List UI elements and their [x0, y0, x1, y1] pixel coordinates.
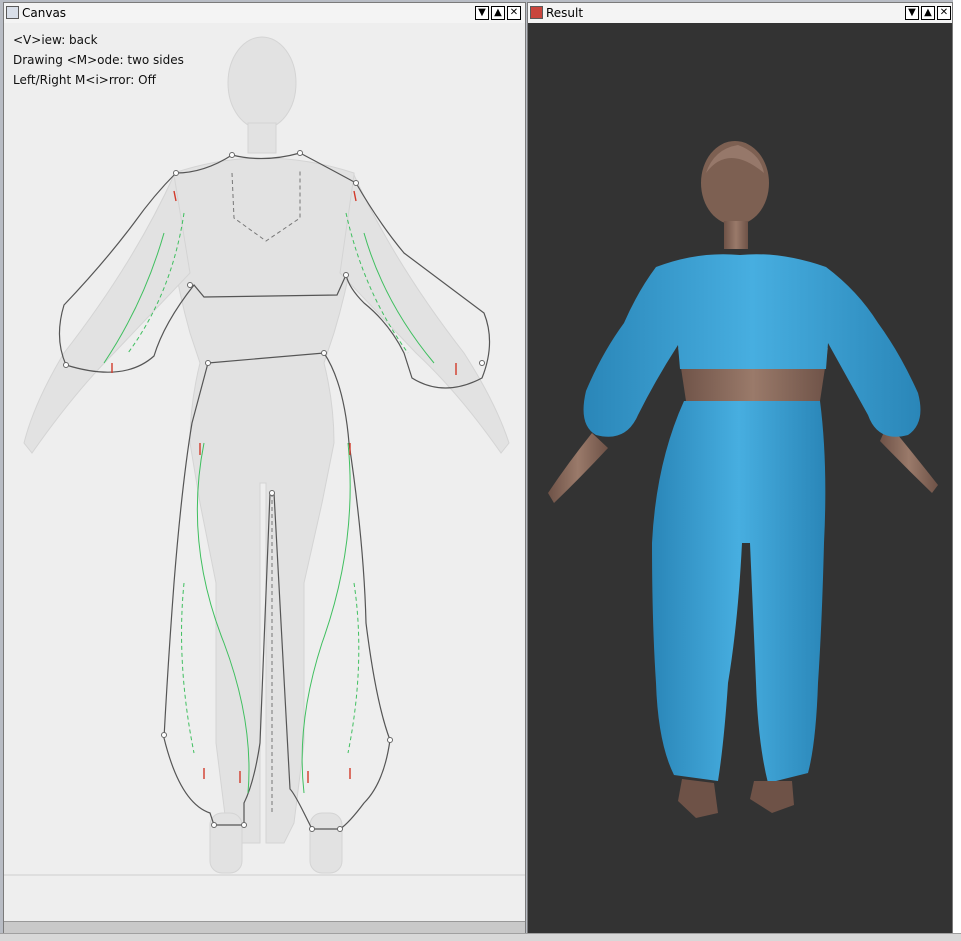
mannequin-silhouette: [23, 36, 510, 874]
figure-head: [701, 141, 769, 249]
minimize-button[interactable]: ▼: [905, 6, 919, 20]
mirror-status: Left/Right M<i>rror: Off: [13, 73, 156, 87]
drawing-mode-status: Drawing <M>ode: two sides: [13, 53, 184, 67]
view-status: <V>iew: back: [13, 33, 98, 47]
maximize-button[interactable]: ▲: [491, 6, 505, 20]
garment-pants: [652, 401, 826, 783]
close-button[interactable]: ✕: [507, 6, 521, 20]
result-window-title: Result: [546, 6, 584, 20]
figure-feet: [678, 779, 794, 818]
close-button[interactable]: ✕: [937, 6, 951, 20]
horizontal-scrollbar[interactable]: [4, 921, 525, 933]
canvas-window-title: Canvas: [22, 6, 67, 20]
rendered-garment: [548, 141, 938, 818]
window-menu-icon[interactable]: [6, 6, 19, 19]
result-window: Result ▼ ▲ ✕: [527, 2, 953, 939]
canvas-window: Canvas ▼ ▲ ✕ <V>iew: back Drawing <M>ode…: [3, 2, 526, 933]
minimize-button[interactable]: ▼: [475, 6, 489, 20]
canvas-titlebar[interactable]: Canvas ▼ ▲ ✕: [4, 3, 525, 24]
desktop-taskbar-edge: [0, 933, 961, 941]
maximize-button[interactable]: ▲: [921, 6, 935, 20]
desktop-edge: [953, 0, 961, 941]
drawing-canvas[interactable]: <V>iew: back Drawing <M>ode: two sides L…: [4, 23, 525, 921]
result-titlebar[interactable]: Result ▼ ▲ ✕: [528, 3, 952, 24]
3d-viewport[interactable]: [528, 23, 952, 938]
app-icon[interactable]: [530, 6, 543, 19]
body-sketch: [4, 36, 525, 876]
